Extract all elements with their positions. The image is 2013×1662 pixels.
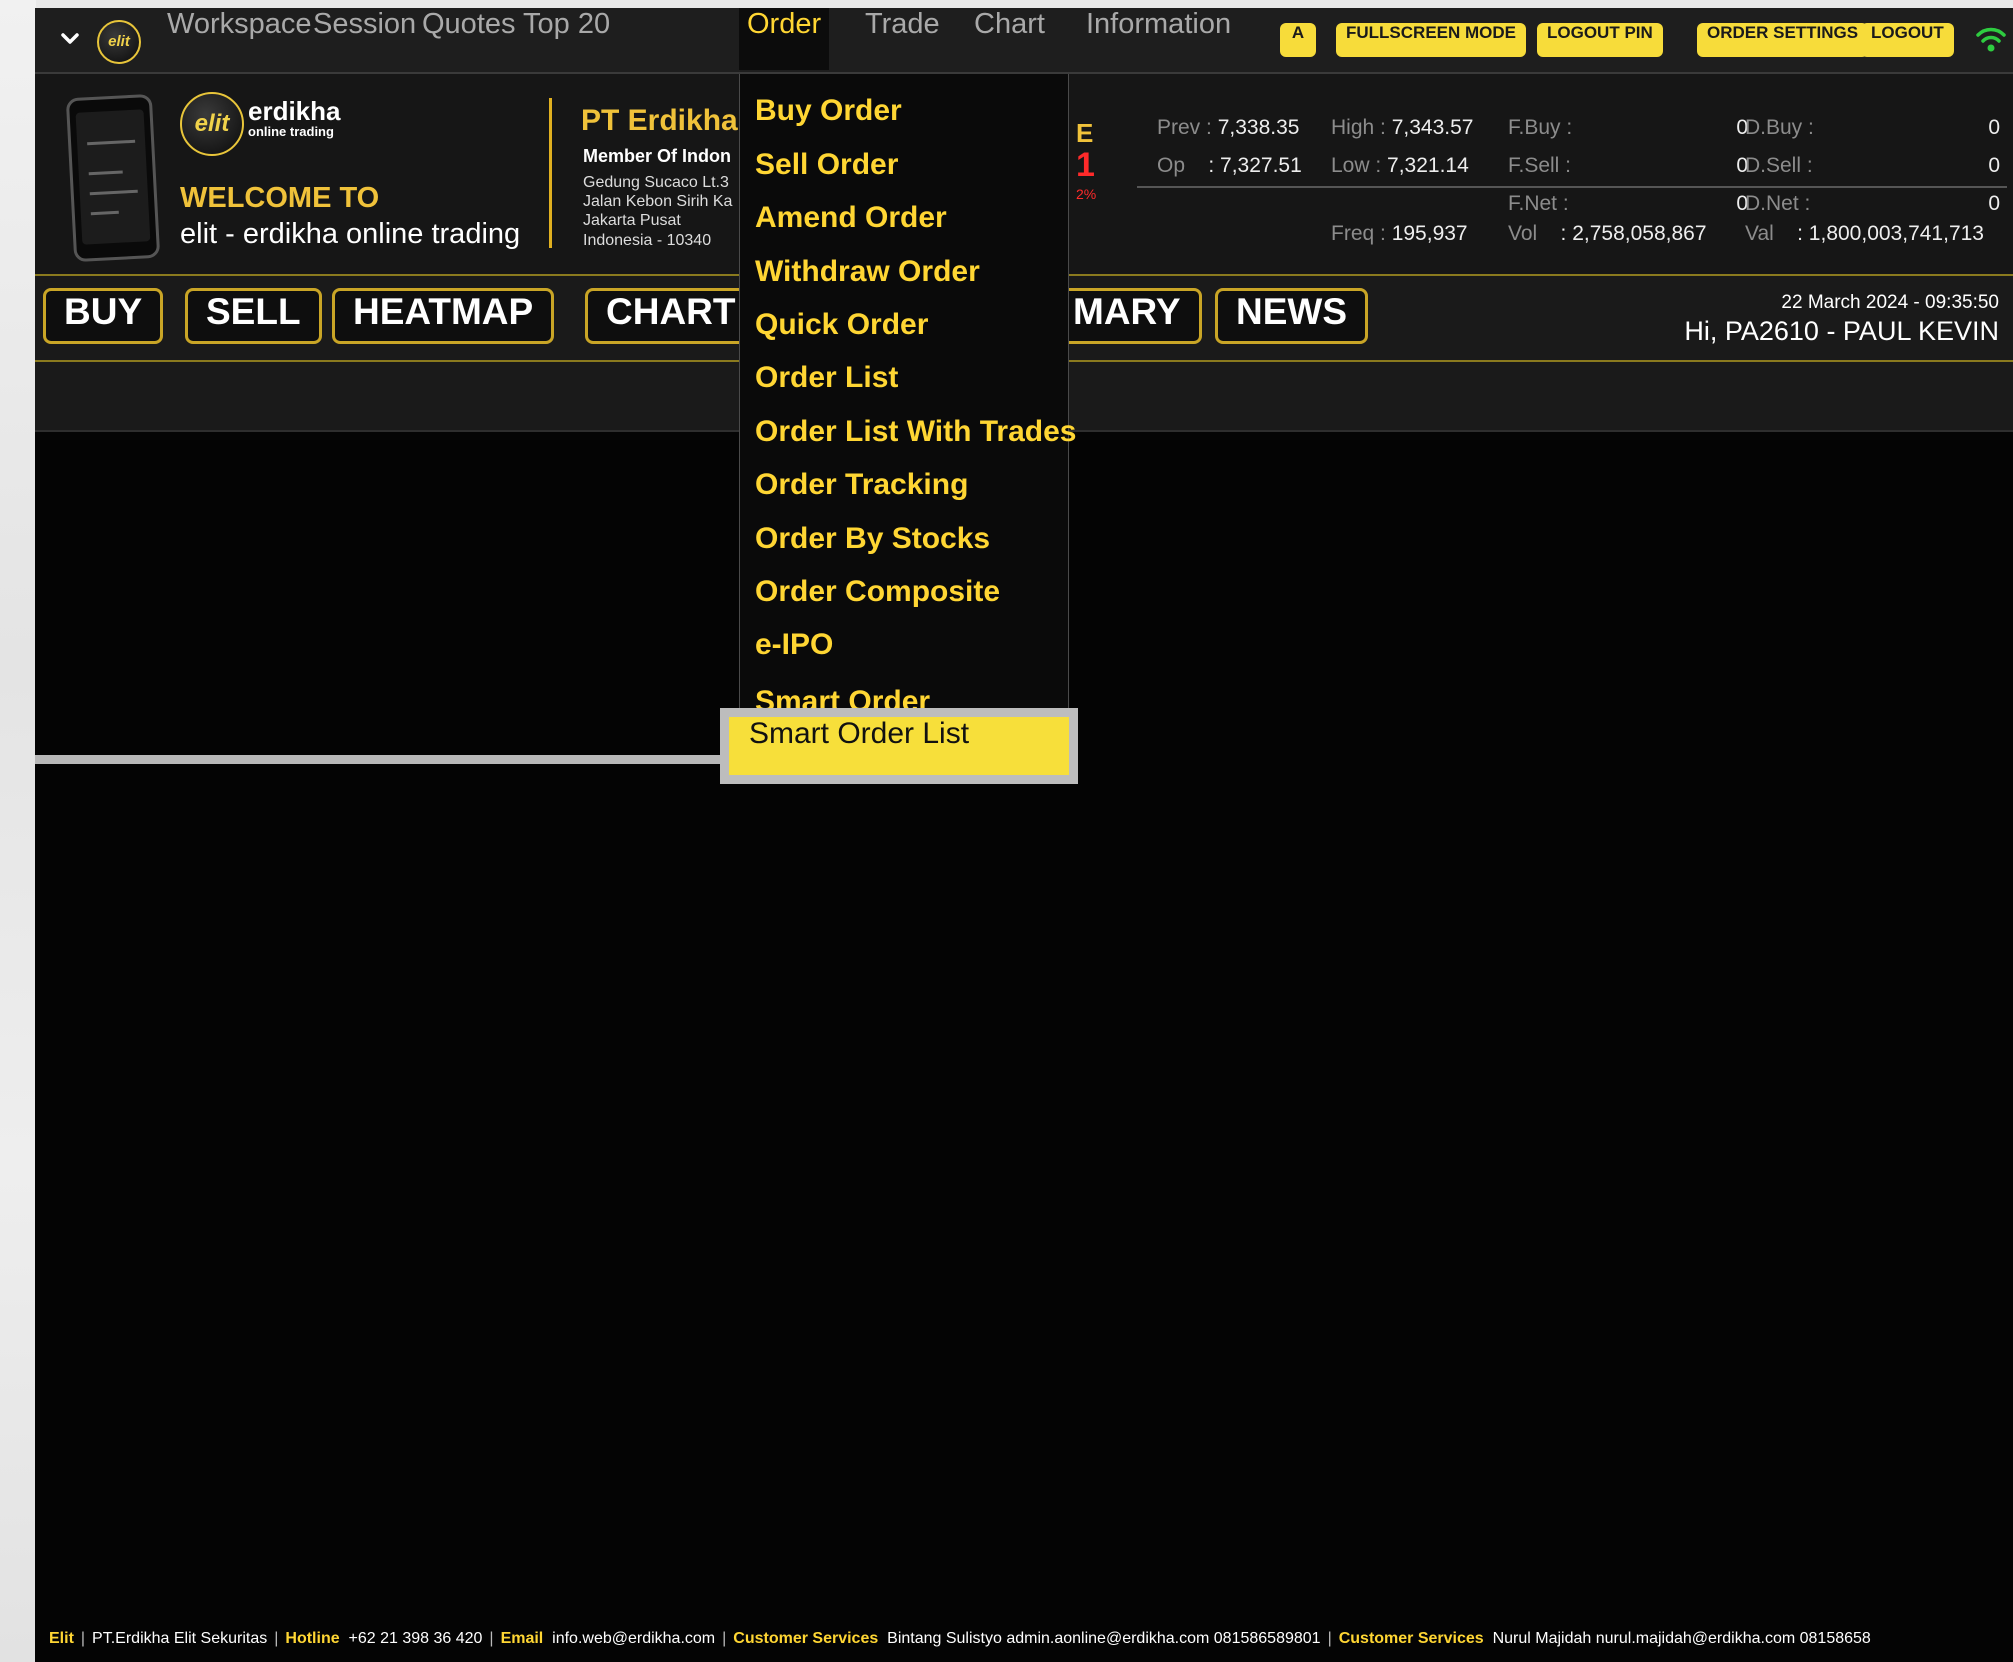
footer-app-name: Elit <box>49 1630 74 1647</box>
footer-hotline: +62 21 398 36 420 <box>348 1630 483 1647</box>
menu-trade[interactable]: Trade <box>865 8 940 70</box>
stat-domestic-net: D.Net :0 <box>1745 192 2000 215</box>
chart-button[interactable]: CHART <box>585 288 757 344</box>
menu-order[interactable]: Order <box>739 8 830 70</box>
footer-cs-label: Customer Services <box>1338 1630 1484 1647</box>
footer-cs-label: Customer Services <box>733 1630 879 1647</box>
menu-quotes[interactable]: Quotes <box>422 8 516 70</box>
footer-info-ticker: Elit | PT.Erdikha Elit Sekuritas | Hotline +… <box>49 1630 1871 1647</box>
logout-pin-button[interactable]: LOGOUT PIN <box>1537 23 1663 57</box>
wifi-icon <box>1976 27 2006 52</box>
footer-cs-contact: Nurul Majidah nurul.majidah@erdikha.com … <box>1492 1630 1871 1647</box>
stat-prev: Prev : 7,338.35 <box>1157 116 1300 139</box>
stat-frequency: Freq : 195,937 <box>1331 222 1468 245</box>
menu-item-order-by-stocks[interactable]: Order By Stocks <box>755 522 990 566</box>
stat-domestic-sell: D.Sell :0 <box>1745 154 2000 177</box>
callout-connector <box>35 755 757 764</box>
footer-company: PT.Erdikha Elit Sekuritas <box>92 1630 268 1647</box>
company-address-line: Indonesia - 10340 <box>583 232 712 249</box>
company-membership: Member Of Indon <box>583 146 731 166</box>
chevron-down-icon[interactable] <box>57 26 83 52</box>
menu-chart[interactable]: Chart <box>974 8 1045 70</box>
menu-item-sell-order[interactable]: Sell Order <box>755 148 898 192</box>
font-size-button[interactable]: A <box>1280 23 1316 57</box>
menu-item-smart-order[interactable]: Smart Order <box>755 682 930 710</box>
phone-illustration <box>65 93 161 263</box>
top-menubar: elit Workspace Session Quotes Top 20 Ord… <box>35 8 2013 74</box>
stat-foreign-buy: F.Buy :0 <box>1508 116 1748 139</box>
stat-high: High : 7,343.57 <box>1331 116 1474 139</box>
order-settings-button[interactable]: ORDER SETTINGS <box>1697 23 1869 57</box>
stat-foreign-net: F.Net :0 <box>1508 192 1748 215</box>
order-dropdown-menu: Buy Order Sell Order Amend Order Withdra… <box>739 74 1076 711</box>
company-address-line: Gedung Sucaco Lt.3 <box>583 174 729 191</box>
sell-button[interactable]: SELL <box>185 288 322 344</box>
stat-open: Op : 7,327.51 <box>1157 154 1302 177</box>
stat-low: Low : 7,321.14 <box>1331 154 1469 177</box>
stat-domestic-buy: D.Buy :0 <box>1745 116 2000 139</box>
welcome-heading: WELCOME TO <box>180 182 380 214</box>
menu-session[interactable]: Session <box>313 8 416 70</box>
callout-highlight-frame: Smart Order List <box>720 708 1078 784</box>
footer-cs-contact: Bintang Sulistyo admin.aonline@erdikha.c… <box>887 1630 1321 1647</box>
menu-item-quick-order[interactable]: Quick Order <box>755 308 928 352</box>
menu-item-e-ipo[interactable]: e-IPO <box>755 628 833 672</box>
menu-information[interactable]: Information <box>1086 8 1231 70</box>
user-greeting: Hi, PA2610 - PAUL KEVIN <box>1684 316 1999 346</box>
fullscreen-mode-button[interactable]: FULLSCREEN MODE <box>1336 23 1526 57</box>
footer-email-label: Email <box>500 1630 544 1647</box>
stat-value: Val : 1,800,003,741,713 <box>1745 222 1984 245</box>
index-change-pct: 2% <box>1076 186 1097 202</box>
menu-item-order-list-with-trades[interactable]: Order List With Trades <box>755 415 1076 459</box>
menu-top-20[interactable]: Top 20 <box>523 8 610 70</box>
menu-item-smart-order-list[interactable]: Smart Order List <box>729 717 1069 775</box>
welcome-subtitle: elit - erdikha online trading <box>180 218 521 250</box>
erdikha-logo-icon: elit <box>180 92 244 156</box>
menu-item-buy-order[interactable]: Buy Order <box>755 94 902 138</box>
stat-volume: Vol : 2,758,058,867 <box>1508 222 1707 245</box>
index-value: 1 <box>1076 146 1095 184</box>
stats-divider <box>1137 186 2007 188</box>
menu-item-amend-order[interactable]: Amend Order <box>755 201 947 245</box>
logout-button[interactable]: LOGOUT <box>1861 23 1954 57</box>
menu-workspace[interactable]: Workspace <box>167 8 312 70</box>
summary-button[interactable]: MARY <box>1055 288 1202 344</box>
footer-hotline-label: Hotline <box>285 1630 340 1647</box>
header-divider <box>549 98 552 248</box>
company-address-line: Jalan Kebon Sirih Ka <box>583 193 733 210</box>
company-name: PT Erdikha I <box>581 104 755 137</box>
heatmap-button[interactable]: HEATMAP <box>332 288 555 344</box>
menu-item-order-composite[interactable]: Order Composite <box>755 575 1000 619</box>
menu-item-order-list[interactable]: Order List <box>755 361 898 405</box>
buy-button[interactable]: BUY <box>43 288 164 344</box>
footer-email: info.web@erdikha.com <box>552 1630 716 1647</box>
elit-logo-icon[interactable]: elit <box>97 20 141 64</box>
brand-name: erdikha <box>248 96 341 126</box>
menu-item-withdraw-order[interactable]: Withdraw Order <box>755 255 980 299</box>
stat-foreign-sell: F.Sell :0 <box>1508 154 1748 177</box>
brand-tagline: online trading <box>248 124 334 139</box>
news-button[interactable]: NEWS <box>1215 288 1368 344</box>
index-name: E <box>1076 118 1094 148</box>
trading-app-window: elit Workspace Session Quotes Top 20 Ord… <box>35 8 2013 1662</box>
company-address-line: Jakarta Pusat <box>583 212 681 229</box>
desktop-background <box>0 0 36 1662</box>
current-datetime: 22 March 2024 - 09:35:50 <box>1781 292 1999 313</box>
menu-item-order-tracking[interactable]: Order Tracking <box>755 468 968 512</box>
